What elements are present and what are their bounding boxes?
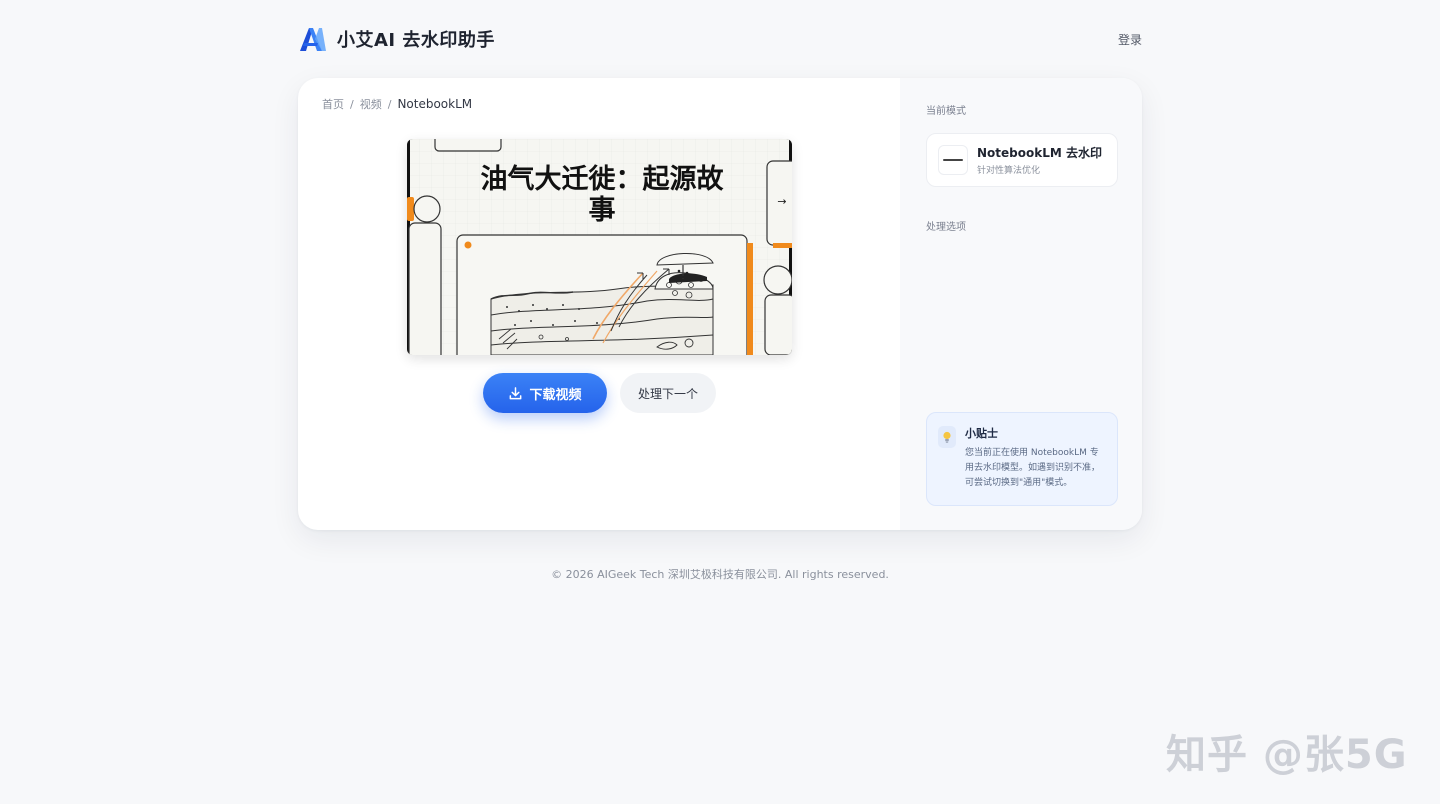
mode-title: NotebookLM 去水印 (977, 146, 1102, 160)
breadcrumb-separator: / (387, 97, 392, 111)
process-next-label: 处理下一个 (637, 386, 698, 401)
options-label: 处理选项 (926, 222, 966, 233)
mode-subtitle: 针对性算法优化 (977, 166, 1041, 176)
lightbulb-icon (938, 426, 956, 448)
watermark-text: 知乎 @张5G (1166, 732, 1408, 778)
breadcrumb: 首页 / 视频 / NotebookLM (322, 96, 472, 112)
result-pane: 首页 / 视频 / NotebookLM → 油气大迁徙：起源故 事 下载视频 … (298, 78, 900, 530)
settings-sidebar: 当前模式 NotebookLM 去水印 针对性算法优化 处理选项 小贴士 您当前… (900, 78, 1142, 530)
login-link[interactable]: 登录 (1118, 31, 1142, 48)
process-next-button[interactable]: 处理下一个 (620, 373, 716, 413)
brand-logo-icon (300, 28, 326, 51)
result-actions: 下载视频 处理下一个 (483, 373, 716, 413)
video-preview[interactable]: → 油气大迁徙：起源故 事 (407, 139, 792, 355)
tip-text: 您当前正在使用 NotebookLM 专用去水印模型。如遇到识别不准，可尝试切换… (965, 448, 1101, 488)
breadcrumb-separator: / (350, 97, 354, 111)
mode-card[interactable]: NotebookLM 去水印 针对性算法优化 (926, 133, 1118, 187)
brand-name: 小艾AI 去水印助手 (337, 30, 495, 51)
tip-box: 小贴士 您当前正在使用 NotebookLM 专用去水印模型。如遇到识别不准，可… (926, 412, 1118, 506)
tip-title: 小贴士 (965, 427, 998, 440)
brand[interactable]: 小艾AI 去水印助手 (298, 25, 495, 53)
download-icon (510, 386, 522, 399)
video-title-line1: 油气大迁徙：起源故 (481, 163, 724, 195)
mode-thumbnail (938, 145, 968, 175)
breadcrumb-home[interactable]: 首页 (322, 96, 344, 112)
video-title-line2: 事 (589, 195, 616, 226)
footer-copyright: © 2026 AIGeek Tech 深圳艾极科技有限公司. All right… (551, 568, 889, 581)
current-mode-label: 当前模式 (926, 106, 966, 117)
download-video-label: 下载视频 (529, 387, 582, 403)
breadcrumb-video[interactable]: 视频 (360, 96, 382, 112)
video-frame-illustration: → 油气大迁徙：起源故 事 (407, 139, 792, 355)
download-video-button[interactable]: 下载视频 (483, 373, 607, 413)
main-card: 首页 / 视频 / NotebookLM → 油气大迁徙：起源故 事 下载视频 … (298, 78, 1142, 530)
top-header: 小艾AI 去水印助手 登录 (298, 22, 1142, 56)
video-nav-arrow: → (777, 195, 786, 208)
breadcrumb-current: NotebookLM (397, 97, 473, 111)
